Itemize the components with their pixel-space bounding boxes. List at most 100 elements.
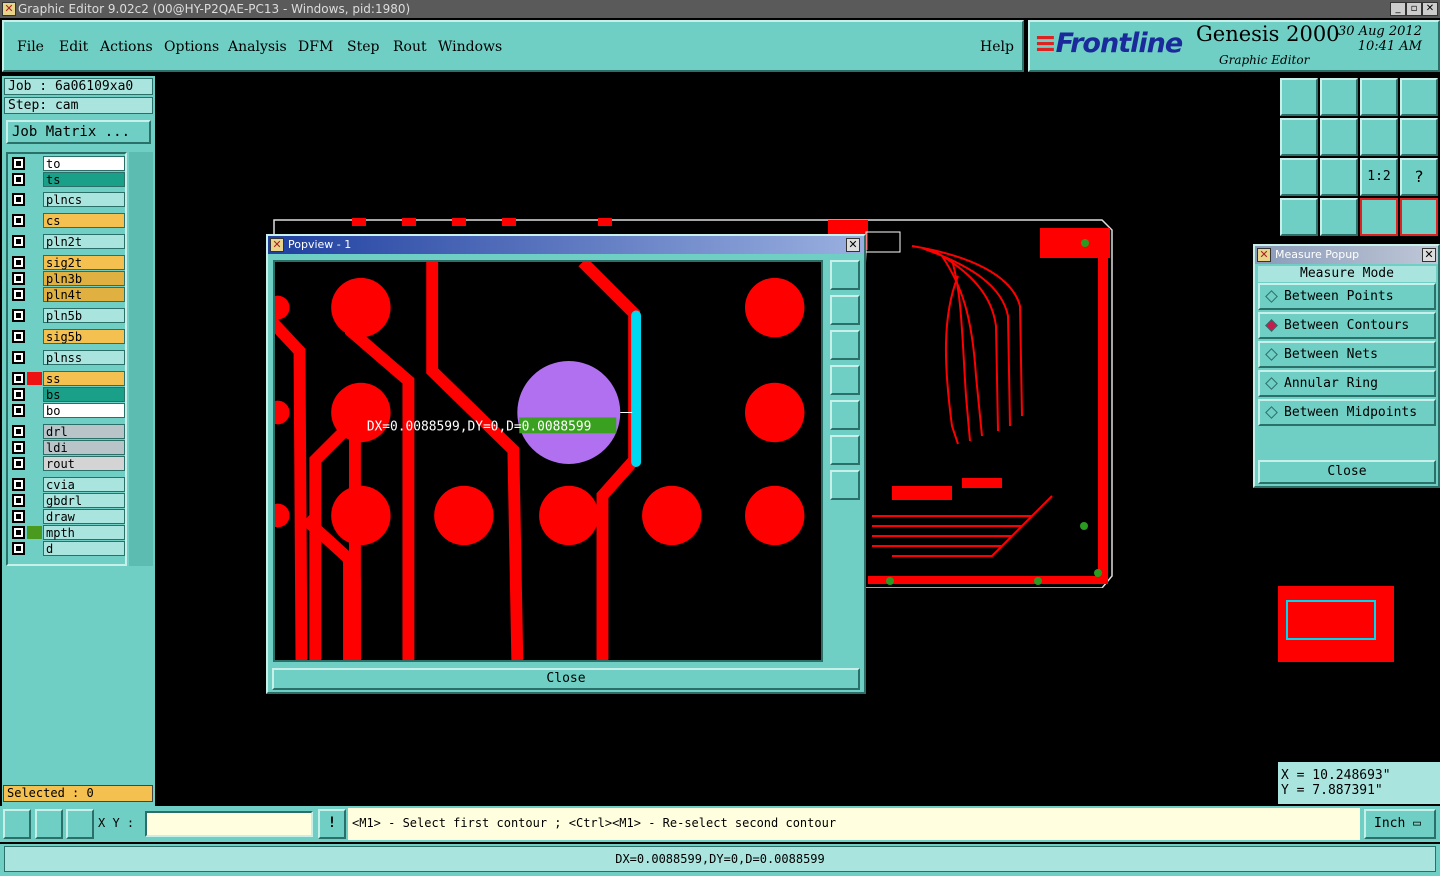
layer-checkbox[interactable]: [12, 478, 25, 491]
layer-checkbox[interactable]: [12, 330, 25, 343]
layer-row-bs[interactable]: bs: [10, 387, 125, 402]
mode-between-nets[interactable]: Between Nets: [1258, 341, 1436, 368]
layer-row-bo[interactable]: bo: [10, 403, 125, 418]
window-layout-icon[interactable]: [1400, 78, 1438, 116]
layer-row-ldi[interactable]: ldi: [10, 440, 125, 455]
layer-checkbox[interactable]: [12, 272, 25, 285]
menu-analysis[interactable]: Analysis: [228, 39, 287, 55]
layers-color-icon[interactable]: [1360, 198, 1398, 236]
layer-color-swatch: [27, 425, 42, 438]
layer-row-sig5b[interactable]: sig5b: [10, 329, 125, 344]
mode-between-contours[interactable]: Between Contours: [1258, 312, 1436, 339]
grid-snap-icon[interactable]: [66, 809, 94, 839]
layer-row-pln2t[interactable]: pln2t: [10, 234, 125, 249]
minimize-button[interactable]: _: [1390, 2, 1406, 16]
popview-canvas[interactable]: DX=0.0088599,DY=0,D=0.0088599: [273, 260, 823, 662]
alert-icon[interactable]: !: [318, 809, 346, 839]
layer-checkbox[interactable]: [12, 173, 25, 186]
layer-checkbox[interactable]: [12, 372, 25, 385]
menu-help[interactable]: Help: [980, 39, 1014, 55]
pan-up-icon[interactable]: [1280, 78, 1318, 116]
popview-close-icon[interactable]: ✕: [846, 238, 860, 252]
layer-row-to[interactable]: to: [10, 156, 125, 171]
layer-checkbox[interactable]: [12, 526, 25, 539]
menu-step[interactable]: Step: [347, 39, 379, 55]
layer-checkbox[interactable]: [12, 542, 25, 555]
layer-row-cs[interactable]: cs: [10, 213, 125, 228]
layer-row-gbdrl[interactable]: gbdrl: [10, 493, 125, 508]
maximize-button[interactable]: ▫: [1406, 2, 1422, 16]
popview-pan-left-icon[interactable]: [830, 365, 860, 395]
layer-checkbox[interactable]: [12, 457, 25, 470]
layer-checkbox[interactable]: [12, 288, 25, 301]
pan-right-icon[interactable]: [1320, 118, 1358, 156]
mode-between-midpoints[interactable]: Between Midpoints: [1258, 399, 1436, 426]
layer-list-scrollbar[interactable]: [129, 152, 153, 566]
popview-zoom-window-icon[interactable]: [830, 260, 860, 290]
snap-icon[interactable]: [3, 809, 31, 839]
popview-zoom-out-icon[interactable]: [830, 435, 860, 465]
scale-1-2-icon[interactable]: 1:2: [1360, 158, 1398, 196]
help-icon[interactable]: ?: [1400, 158, 1438, 196]
zoom-out-icon[interactable]: [1280, 158, 1318, 196]
layer-row-ts[interactable]: ts: [10, 172, 125, 187]
menu-dfm[interactable]: DFM: [298, 39, 333, 55]
layer-checkbox[interactable]: [12, 404, 25, 417]
popview-pan-up-icon[interactable]: [830, 295, 860, 325]
layer-row-ss[interactable]: ss: [10, 371, 125, 386]
layer-checkbox[interactable]: [12, 235, 25, 248]
layer-checkbox[interactable]: [12, 256, 25, 269]
layer-row-cvia[interactable]: cvia: [10, 477, 125, 492]
popview-close-button[interactable]: Close: [272, 668, 860, 690]
menu-rout[interactable]: Rout: [393, 39, 427, 55]
units-select[interactable]: Inch ▭: [1364, 809, 1436, 839]
close-window-button[interactable]: ✕: [1422, 2, 1438, 16]
layer-checkbox[interactable]: [12, 351, 25, 364]
layer-row-sig2t[interactable]: sig2t: [10, 255, 125, 270]
layer-row-pln4t[interactable]: pln4t: [10, 287, 125, 302]
layer-checkbox[interactable]: [12, 510, 25, 523]
layer-checkbox[interactable]: [12, 193, 25, 206]
measure-icon[interactable]: [35, 809, 63, 839]
menu-windows[interactable]: Windows: [438, 39, 502, 55]
zoom-in-icon[interactable]: [1320, 158, 1358, 196]
grid-icon[interactable]: [1320, 198, 1358, 236]
popview-pan-down-icon[interactable]: [830, 330, 860, 360]
mode-between-points[interactable]: Between Points: [1258, 283, 1436, 310]
settings-icon[interactable]: [1280, 198, 1318, 236]
net-color-icon[interactable]: [1400, 198, 1438, 236]
popview-pan-right-icon[interactable]: [830, 400, 860, 430]
layer-row-drl[interactable]: drl: [10, 424, 125, 439]
xy-input[interactable]: [145, 811, 313, 837]
layer-checkbox[interactable]: [12, 214, 25, 227]
layer-row-mpth[interactable]: mpth: [10, 525, 125, 540]
mode-annular-ring[interactable]: Annular Ring: [1258, 370, 1436, 397]
measure-popup-close-icon[interactable]: ✕: [1422, 248, 1436, 262]
layer-row-d[interactable]: d: [10, 541, 125, 556]
menu-file[interactable]: File: [17, 39, 44, 55]
layer-row-rout[interactable]: rout: [10, 456, 125, 471]
pan-down-icon[interactable]: [1320, 78, 1358, 116]
layer-checkbox[interactable]: [12, 494, 25, 507]
job-matrix-button[interactable]: Job Matrix ...: [6, 120, 151, 144]
menu-options[interactable]: Options: [164, 39, 219, 55]
layer-checkbox[interactable]: [12, 157, 25, 170]
layer-row-pln3b[interactable]: pln3b: [10, 271, 125, 286]
swap-icon[interactable]: [1400, 118, 1438, 156]
popview-zoom-in-icon[interactable]: [830, 470, 860, 500]
layer-checkbox[interactable]: [12, 388, 25, 401]
layer-row-plnss[interactable]: plnss: [10, 350, 125, 365]
layer-row-draw[interactable]: draw: [10, 509, 125, 524]
pan-left-icon[interactable]: [1280, 118, 1318, 156]
layer-checkbox[interactable]: [12, 441, 25, 454]
home-icon[interactable]: [1360, 78, 1398, 116]
layer-checkbox[interactable]: [12, 309, 25, 322]
layer-row-plncs[interactable]: plncs: [10, 192, 125, 207]
overview-preview[interactable]: [1278, 490, 1440, 760]
menu-edit[interactable]: Edit: [59, 39, 88, 55]
measure-close-button[interactable]: Close: [1258, 460, 1436, 484]
redraw-icon[interactable]: [1360, 118, 1398, 156]
layer-checkbox[interactable]: [12, 425, 25, 438]
layer-row-pln5b[interactable]: pln5b: [10, 308, 125, 323]
menu-actions[interactable]: Actions: [100, 39, 153, 55]
